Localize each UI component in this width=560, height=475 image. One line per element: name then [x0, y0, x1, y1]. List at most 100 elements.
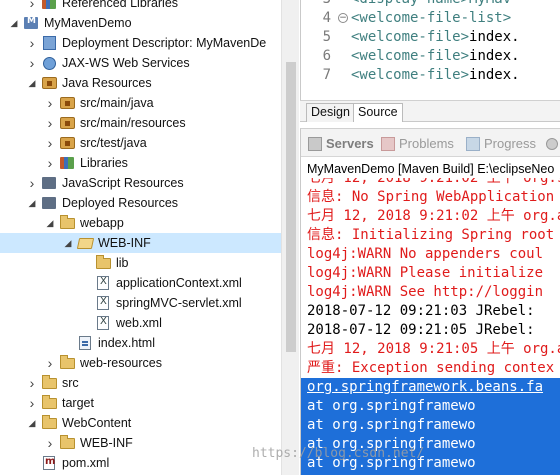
twisty-collapsed-icon[interactable]: › [44, 115, 56, 131]
xml-tag-text: <welcome-file> [351, 67, 470, 83]
servers-icon [308, 137, 322, 151]
xml-file-icon [95, 275, 111, 291]
problems-icon [381, 137, 395, 151]
xml-file-icon [95, 315, 111, 331]
tree-item[interactable]: ◢ WebContent [0, 413, 281, 433]
console-icon [546, 138, 558, 150]
bottom-views-panel: Servers Problems Progress MyMavenDemo [Mav… [300, 128, 560, 475]
tree-item[interactable]: index.html [0, 333, 281, 353]
html-file-icon [77, 335, 93, 351]
tree-item[interactable]: › Libraries [0, 153, 281, 173]
tree-item[interactable]: ◢ WEB-INF [0, 233, 281, 253]
progress-icon [466, 137, 480, 151]
twisty-collapsed-icon[interactable]: › [44, 155, 56, 171]
tab-source[interactable]: Source [353, 103, 403, 122]
twisty-collapsed-icon[interactable]: › [26, 175, 38, 191]
tree-item[interactable]: springMVC-servlet.xml [0, 293, 281, 313]
view-tab-problems[interactable]: Problems [381, 135, 454, 153]
twisty-collapsed-icon[interactable]: › [44, 435, 56, 451]
twisty-collapsed-icon[interactable]: › [26, 375, 38, 391]
twisty-collapsed-icon[interactable]: › [26, 395, 38, 411]
xml-tag-text: <display-name>MyMav [351, 0, 511, 7]
tree-item[interactable]: › src [0, 373, 281, 393]
folder-icon [41, 414, 57, 431]
console-output[interactable]: 七月 12, 2018 9:21:02 上午 org.sp 信息: No Spri… [301, 178, 560, 475]
view-tab-console[interactable] [546, 135, 560, 153]
console-line: at org.springframewo [301, 416, 560, 435]
tree-item-label: web.xml [116, 316, 162, 330]
tree-item[interactable]: ◢ MyMavenDemo [0, 13, 281, 33]
console-title: MyMavenDemo [Maven Build] E:\eclipseNeo [307, 162, 555, 176]
tree-item[interactable]: › target [0, 393, 281, 413]
twisty-collapsed-icon[interactable]: › [44, 95, 56, 111]
console-exception-link[interactable]: org.springframework.beans.fa [301, 378, 560, 397]
tree-item-label: JavaScript Resources [62, 176, 184, 190]
code-line[interactable]: <display-name>MyMav [351, 0, 511, 9]
twisty-collapsed-icon[interactable]: › [26, 0, 38, 11]
tree-item-label: src/test/java [80, 136, 147, 150]
tab-design[interactable]: Design [306, 103, 355, 122]
twisty-expanded-icon[interactable]: ◢ [26, 77, 38, 89]
twisty-collapsed-icon[interactable]: › [26, 55, 38, 71]
console-line: 2018-07-12 09:21:05 JRebel: [307, 322, 535, 338]
console-line: 七月 12, 2018 9:21:02 上午 org.a [307, 208, 560, 224]
twisty-expanded-icon[interactable]: ◢ [8, 17, 20, 29]
folder-icon [59, 214, 75, 231]
tree-item[interactable]: › web-resources [0, 353, 281, 373]
console-line: 七月 12, 2018 9:21:02 上午 org.sp [307, 178, 560, 186]
code-line[interactable]: <welcome-file>index. [351, 28, 520, 47]
folder-icon [59, 354, 75, 371]
tree-item[interactable]: ◢ Java Resources [0, 73, 281, 93]
twisty-expanded-icon[interactable]: ◢ [44, 217, 56, 229]
twisty-collapsed-icon[interactable]: › [44, 135, 56, 151]
tree-item[interactable]: › Referenced Libraries [0, 0, 281, 13]
line-number: 3 [301, 0, 337, 9]
fold-collapse-icon[interactable]: − [338, 13, 348, 23]
twisty-expanded-icon[interactable]: ◢ [26, 417, 38, 429]
code-line[interactable]: <welcome-file>index. [351, 66, 520, 85]
tree-item[interactable]: ◢ webapp [0, 213, 281, 233]
tree-item[interactable]: › src/main/resources [0, 113, 281, 133]
tree-item[interactable]: › WEB-INF [0, 433, 281, 453]
scrollbar-thumb[interactable] [286, 62, 296, 352]
deployed-resources-icon [41, 195, 57, 211]
console-line: log4j:WARN See http://loggin [307, 284, 544, 300]
tree-item[interactable]: › Deployment Descriptor: MyMavenDe [0, 33, 281, 53]
view-tab-progress[interactable]: Progress [466, 135, 536, 153]
line-number: 5 [322, 29, 331, 45]
view-tab-servers[interactable]: Servers [308, 135, 374, 153]
web-services-icon [41, 55, 57, 71]
tree-item[interactable]: › src/test/java [0, 133, 281, 153]
tree-item[interactable]: applicationContext.xml [0, 273, 281, 293]
code-line[interactable]: <welcome-file>index. [351, 47, 520, 66]
tree-item[interactable]: lib [0, 253, 281, 273]
tree-item[interactable]: › src/main/java [0, 93, 281, 113]
code-line[interactable]: <welcome-file-list> [351, 9, 511, 28]
tree-item-label: index.html [98, 336, 155, 350]
twisty-expanded-icon[interactable]: ◢ [26, 197, 38, 209]
xml-source-editor[interactable]: 3 <display-name>MyMav 4− <welcome-file-li… [300, 0, 560, 100]
tree-item[interactable]: › JAX-WS Web Services [0, 53, 281, 73]
tree-item[interactable]: ◢ Deployed Resources [0, 193, 281, 213]
twisty-collapsed-icon[interactable]: › [26, 35, 38, 51]
tree-item-label: Deployment Descriptor: MyMavenDe [62, 36, 267, 50]
tree-item[interactable]: › JavaScript Resources [0, 173, 281, 193]
tree-item-label: target [62, 396, 94, 410]
xml-tag-text: <welcome-file> [351, 48, 470, 64]
view-tab-bar: Servers Problems Progress [301, 129, 560, 157]
tree-item-label: Java Resources [62, 76, 152, 90]
console-line: 信息: Initializing Spring root [307, 227, 555, 243]
tree-item[interactable]: pom.xml [0, 453, 281, 473]
tree-item-label: applicationContext.xml [116, 276, 242, 290]
tree-vertical-scrollbar[interactable] [281, 0, 299, 475]
tree-item[interactable]: web.xml [0, 313, 281, 333]
open-folder-icon [76, 235, 94, 251]
twisty-expanded-icon[interactable]: ◢ [62, 237, 74, 249]
twisty-collapsed-icon[interactable]: › [44, 355, 56, 371]
tree-item-label: MyMavenDemo [44, 16, 132, 30]
xml-content-text: index. [469, 67, 520, 83]
